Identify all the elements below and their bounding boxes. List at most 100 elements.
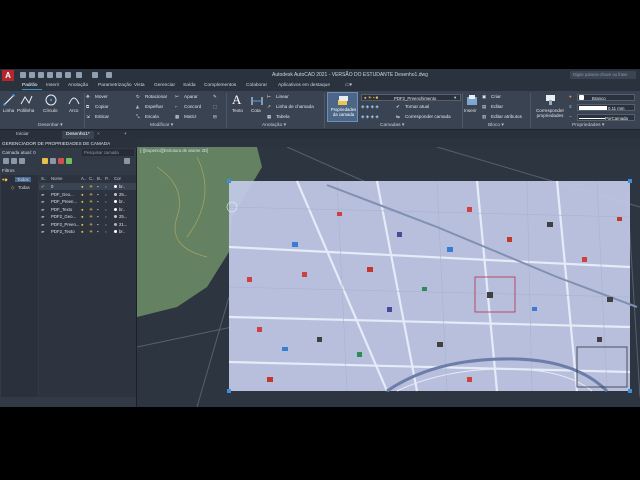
layer-name[interactable]: PDF2_Preen... <box>51 222 79 227</box>
printer-icon[interactable]: ▫ <box>105 184 107 189</box>
move-button[interactable]: Mover <box>95 94 108 99</box>
lock-icon[interactable]: ▪ <box>97 207 99 212</box>
tree-item-todas[interactable]: Todas <box>18 185 30 190</box>
col-on[interactable]: A.. <box>81 176 86 181</box>
polyline-tool-icon[interactable] <box>20 94 33 106</box>
tab-complementos[interactable]: Complementos <box>204 83 236 88</box>
leader-button[interactable]: Linha de chamada <box>276 104 314 109</box>
lock-icon[interactable]: ▪ <box>97 184 99 189</box>
printer-icon[interactable]: ▫ <box>105 214 107 219</box>
save-as-icon[interactable] <box>47 72 53 78</box>
tab-desenho1[interactable]: Desenho1* <box>62 131 94 139</box>
new-layer-frozen-icon[interactable] <box>50 158 56 164</box>
insert-button[interactable]: Inserir <box>464 108 477 113</box>
tab-aplicativos[interactable]: Aplicativos em destaque <box>278 83 330 88</box>
circle-button[interactable]: Círculo <box>43 108 58 113</box>
dimension-tool-icon[interactable] <box>251 95 263 106</box>
linear-button[interactable]: Linear <box>276 94 289 99</box>
autocad-logo[interactable]: A <box>2 70 14 81</box>
new-layer-icon[interactable] <box>42 158 48 164</box>
lock-icon[interactable]: ▪ <box>97 192 99 197</box>
mirror-icon[interactable]: ◭ <box>136 104 140 110</box>
match-properties-icon[interactable] <box>544 94 557 106</box>
layers-panel-title[interactable]: Camadas ▾ <box>380 123 404 128</box>
stretch-icon[interactable]: ⇲ <box>86 114 90 120</box>
make-current-icon[interactable]: ✔ <box>396 104 400 110</box>
layer-row[interactable]: ▰ PDF2_Texto ● ☀ ▪ ▫ br.. <box>39 228 136 235</box>
layer-name[interactable]: PDF2_Texto <box>51 229 75 234</box>
new-tab-icon[interactable]: + <box>120 131 131 139</box>
cloud-icon[interactable] <box>76 72 82 78</box>
linetype-icon[interactable]: ┄ <box>569 114 572 120</box>
col-freeze[interactable]: C.. <box>89 176 95 181</box>
print-icon[interactable] <box>65 72 71 78</box>
layer-name[interactable]: PDF_Geo... <box>51 192 74 197</box>
help-search-input[interactable]: Digite palavra-chave ou frase <box>570 71 636 79</box>
fillet-icon[interactable]: ⌐ <box>175 104 178 109</box>
delete-layer-icon[interactable] <box>58 158 64 164</box>
make-current-button[interactable]: Tornar atual <box>405 104 429 109</box>
lock-icon[interactable]: ▪ <box>97 229 99 234</box>
explode-icon[interactable]: ⬚ <box>213 104 217 110</box>
layer-properties-button[interactable]: Propriedades da camada <box>327 92 358 122</box>
rotate-button[interactable]: Rotacionar <box>145 94 167 99</box>
layer-row[interactable]: ▰ PDF2_Geo... ● ☀ ▪ ▫ 25... <box>39 213 136 220</box>
printer-icon[interactable]: ▫ <box>105 229 107 234</box>
layer-status-icon[interactable]: ▰ <box>41 222 44 228</box>
save-icon[interactable] <box>38 72 44 78</box>
edit-attributes-icon[interactable]: ▥ <box>482 114 486 120</box>
tab-iniciar[interactable]: Iniciar <box>12 131 33 139</box>
array-icon[interactable]: ▦ <box>175 114 179 120</box>
layer-row[interactable]: ✔ 0 ● ☀ ▪ ▫ br.. <box>39 183 136 190</box>
erase-icon[interactable]: ✎ <box>213 94 217 100</box>
bulb-icon[interactable]: ● <box>81 222 84 227</box>
new-property-filter-icon[interactable] <box>3 158 9 164</box>
bulb-icon[interactable]: ● <box>81 214 84 219</box>
mirror-button[interactable]: Espelhar <box>145 104 163 109</box>
layer-row[interactable]: ▰ PDF_Geo... ● ☀ ▪ ▫ 25... <box>39 191 136 198</box>
tab-parametrizacao[interactable]: Parametrização <box>98 83 132 88</box>
tree-item-todos[interactable]: Todos <box>15 177 31 182</box>
layer-color-swatch[interactable] <box>114 230 117 233</box>
lineweight-dropdown[interactable]: 0.11 mm <box>577 104 635 111</box>
trim-icon[interactable]: ✂ <box>175 94 179 100</box>
close-tab-icon[interactable]: × <box>93 131 104 139</box>
drawing-canvas[interactable]: [-][Superior][Estrutura de arame 2D] <box>137 147 640 407</box>
grip-point[interactable] <box>628 389 632 393</box>
plot-icon[interactable] <box>56 72 62 78</box>
layer-color-swatch[interactable] <box>114 200 117 203</box>
lineweight-icon[interactable]: ≡ <box>569 104 572 109</box>
grip-point[interactable] <box>227 389 231 393</box>
tab-colaborar[interactable]: Colaborar <box>246 83 267 88</box>
text-tool-icon[interactable]: A <box>232 92 241 108</box>
grip-point[interactable] <box>227 179 231 183</box>
layer-color-swatch[interactable] <box>114 185 117 188</box>
move-icon[interactable]: ✥ <box>86 94 90 100</box>
rotate-icon[interactable]: ↻ <box>136 94 140 100</box>
col-plot[interactable]: P.. <box>105 176 110 181</box>
layer-states-icon[interactable] <box>19 158 25 164</box>
match-layer-button[interactable]: Corresponder camada <box>405 114 451 119</box>
tab-padrao[interactable]: Padrão <box>22 83 37 88</box>
layer-status-icon[interactable]: ▰ <box>41 229 44 235</box>
match-properties-button[interactable]: Corresponder propriedades <box>533 108 567 118</box>
layer-status-icon[interactable]: ▰ <box>41 199 44 205</box>
viewport-controls[interactable]: [-][Superior][Estrutura de arame 2D] <box>140 148 208 153</box>
tree-expand-icon[interactable]: ▾◆ <box>2 177 8 183</box>
color-palette-icon[interactable]: ● <box>569 94 572 99</box>
tab-gerenciar[interactable]: Gerenciar <box>154 83 175 88</box>
text-button[interactable]: Texto <box>232 108 243 113</box>
layer-name[interactable]: PDF2_Geo... <box>51 214 76 219</box>
offset-icon[interactable]: ⊟ <box>213 114 217 120</box>
annotation-panel-title[interactable]: Anotação ▾ <box>262 123 286 128</box>
create-block-icon[interactable]: ▣ <box>482 94 486 100</box>
color-dropdown[interactable]: Branco <box>577 94 635 101</box>
grip-point[interactable] <box>628 179 632 183</box>
layer-name[interactable]: PDF_Preen... <box>51 199 77 204</box>
col-color[interactable]: Cor <box>114 176 121 181</box>
layer-row[interactable]: ▰ PDF_Preen... ● ☀ ▪ ▫ br.. <box>39 198 136 205</box>
dimension-button[interactable]: Cota <box>251 108 261 113</box>
scale-icon[interactable]: ⤡ <box>136 114 140 119</box>
layer-dropdown[interactable]: ● ☀ ▪ ■ PDF2_Preenchimento ▾ <box>361 94 461 101</box>
map-overlay[interactable] <box>229 181 630 391</box>
